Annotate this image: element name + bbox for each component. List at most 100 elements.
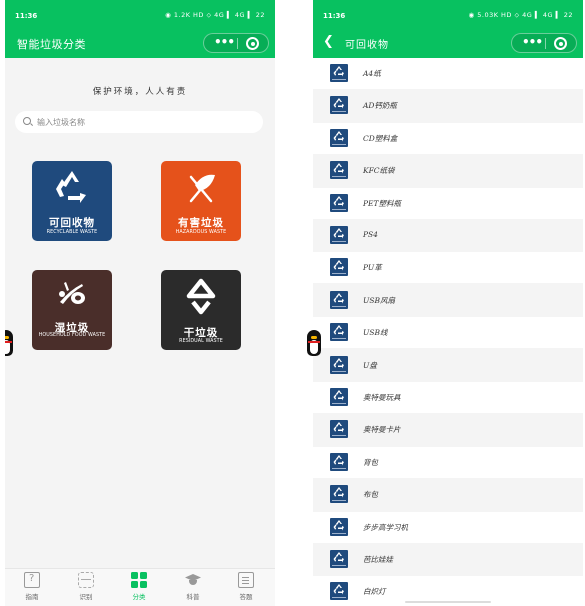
recycle-bin-icon: [330, 485, 348, 504]
item-name: 背包: [363, 457, 378, 467]
search-bar[interactable]: [15, 111, 263, 133]
category-food-card[interactable]: 湿垃圾 HOUSEHOLD FOOD WASTE: [32, 270, 112, 350]
slogan: 保护环境，人人有责: [92, 87, 188, 97]
list-item[interactable]: AD钙奶瓶: [313, 90, 583, 122]
category-sublabel: RESIDUAL WASTE: [179, 339, 223, 344]
item-name: PET塑料瓶: [363, 198, 402, 208]
recycle-icon: [56, 171, 86, 203]
list-item[interactable]: 芭比娃娃: [313, 544, 583, 575]
item-name: AD钙奶瓶: [363, 101, 397, 111]
page-title: 可回收物: [345, 40, 389, 51]
tab-science[interactable]: 科普: [173, 572, 213, 601]
recycle-bin-icon: [330, 550, 348, 568]
recycle-bin-icon: [330, 582, 348, 601]
item-name: KFC纸袋: [363, 166, 395, 176]
page-title: 智能垃圾分类: [17, 38, 86, 51]
tab-label: 答题: [239, 593, 253, 601]
qq-penguin-icon[interactable]: [5, 328, 15, 360]
list-item[interactable]: CD塑料盒: [313, 122, 583, 154]
list-item[interactable]: 奥特曼玩具: [313, 382, 583, 413]
item-name: USB风扇: [363, 295, 395, 305]
item-name: U盘: [363, 360, 377, 370]
penguin-scarf: [5, 341, 12, 343]
close-icon[interactable]: [246, 37, 259, 50]
list-item[interactable]: USB风扇: [313, 284, 583, 316]
category-residual-card[interactable]: 干垃圾 RESIDUAL WASTE: [161, 270, 241, 350]
list-item[interactable]: KFC纸袋: [313, 155, 583, 187]
recycle-bin-icon: [330, 290, 348, 309]
category-sublabel: HOUSEHOLD FOOD WASTE: [38, 333, 106, 338]
category-sublabel: RECYCLABLE WASTE: [46, 230, 98, 235]
more-icon[interactable]: •••: [214, 35, 235, 49]
list-item[interactable]: 奥特曼卡片: [313, 414, 583, 446]
grid-icon: [131, 572, 147, 588]
category-label: 可回收物: [49, 217, 95, 229]
item-name: 奥特曼玩具: [363, 393, 401, 402]
list-item[interactable]: U盘: [313, 349, 583, 381]
list-item[interactable]: PU革: [313, 252, 583, 284]
home-indicator: [405, 601, 491, 603]
status-icons: ◉ 1.2K HD ⬦ 4G ▍ 4G ▍ 22: [165, 11, 265, 19]
graduation-cap-icon: [185, 572, 201, 588]
tab-guide[interactable]: 指南: [12, 572, 52, 601]
category-hazardous-card[interactable]: 有害垃圾 HAZARDOUS WASTE: [161, 161, 241, 241]
recycle-bin-icon: [330, 193, 348, 212]
list-item[interactable]: A4纸: [313, 58, 583, 89]
status-icons: ◉ 5.03K HD ⬦ 4G ▍ 4G ▍ 22: [468, 11, 573, 19]
list-item[interactable]: 步步高学习机: [313, 511, 583, 543]
list-item[interactable]: 背包: [313, 446, 583, 478]
status-bar: 11:36 ◉ 1.2K HD ⬦ 4G ▍ 4G ▍ 22: [5, 0, 275, 28]
item-name: CD塑料盒: [363, 133, 398, 143]
guide-icon: [24, 572, 40, 588]
quiz-icon: [238, 572, 254, 588]
recycle-bin-icon: [330, 388, 348, 406]
item-name: 芭比娃娃: [363, 555, 393, 564]
item-name: 白炽灯: [363, 587, 386, 597]
list-item[interactable]: 布包: [313, 479, 583, 511]
status-time: 11:36: [15, 12, 38, 20]
item-name: 步步高学习机: [363, 522, 408, 532]
recycle-bin-icon: [330, 323, 348, 342]
recycle-bin-icon: [330, 258, 348, 277]
status-bar: 11:36 ◉ 5.03K HD ⬦ 4G ▍ 4G ▍ 22: [313, 0, 583, 28]
recyclable-list-screen: 11:36 ◉ 5.03K HD ⬦ 4G ▍ 4G ▍ 22 ❮ 可回收物 •…: [313, 0, 583, 606]
tab-label: 科普: [186, 593, 200, 601]
category-sublabel: HAZARDOUS WASTE: [175, 230, 227, 235]
capsule-divider: [237, 38, 238, 49]
search-input[interactable]: [37, 114, 257, 130]
list-item[interactable]: USB线: [313, 317, 583, 349]
status-time: 11:36: [323, 12, 346, 20]
list-item[interactable]: PET塑料瓶: [313, 187, 583, 219]
item-name: PU革: [363, 263, 382, 273]
back-arrow-icon[interactable]: ❮: [323, 34, 334, 49]
qq-penguin-icon[interactable]: [305, 328, 323, 360]
capsule-divider: [545, 38, 546, 49]
item-name: 布包: [363, 490, 378, 500]
recycle-bin-icon: [330, 355, 348, 374]
tab-label: 指南: [25, 593, 39, 601]
residual-waste-icon: [186, 278, 216, 315]
more-icon[interactable]: •••: [522, 35, 543, 49]
search-icon: [23, 117, 31, 125]
recycle-bin-icon: [330, 128, 348, 147]
penguin-beak: [311, 336, 317, 339]
item-name: PS4: [363, 230, 378, 239]
hazard-bottle-icon: [189, 174, 215, 203]
tab-classify[interactable]: 分类: [119, 572, 159, 601]
item-name: 奥特曼卡片: [363, 425, 401, 435]
list-item[interactable]: PS4: [313, 220, 583, 251]
recycle-bin-icon: [330, 96, 348, 115]
tab-bar: 指南 识别 分类 科普 答题: [5, 568, 275, 606]
tab-quiz[interactable]: 答题: [226, 572, 266, 601]
item-name: A4纸: [363, 69, 381, 78]
recycle-bin-icon: [330, 452, 348, 471]
penguin-scarf: [308, 341, 320, 343]
recycle-bin-icon: [330, 517, 348, 536]
recycle-bin-icon: [330, 64, 348, 82]
category-recyclable-card[interactable]: 可回收物 RECYCLABLE WASTE: [32, 161, 112, 241]
recycle-bin-icon: [330, 226, 348, 244]
scan-icon: [78, 572, 94, 588]
close-icon[interactable]: [554, 37, 567, 50]
tab-identify[interactable]: 识别: [66, 572, 106, 601]
nav-bar: 智能垃圾分类 •••: [5, 28, 275, 58]
